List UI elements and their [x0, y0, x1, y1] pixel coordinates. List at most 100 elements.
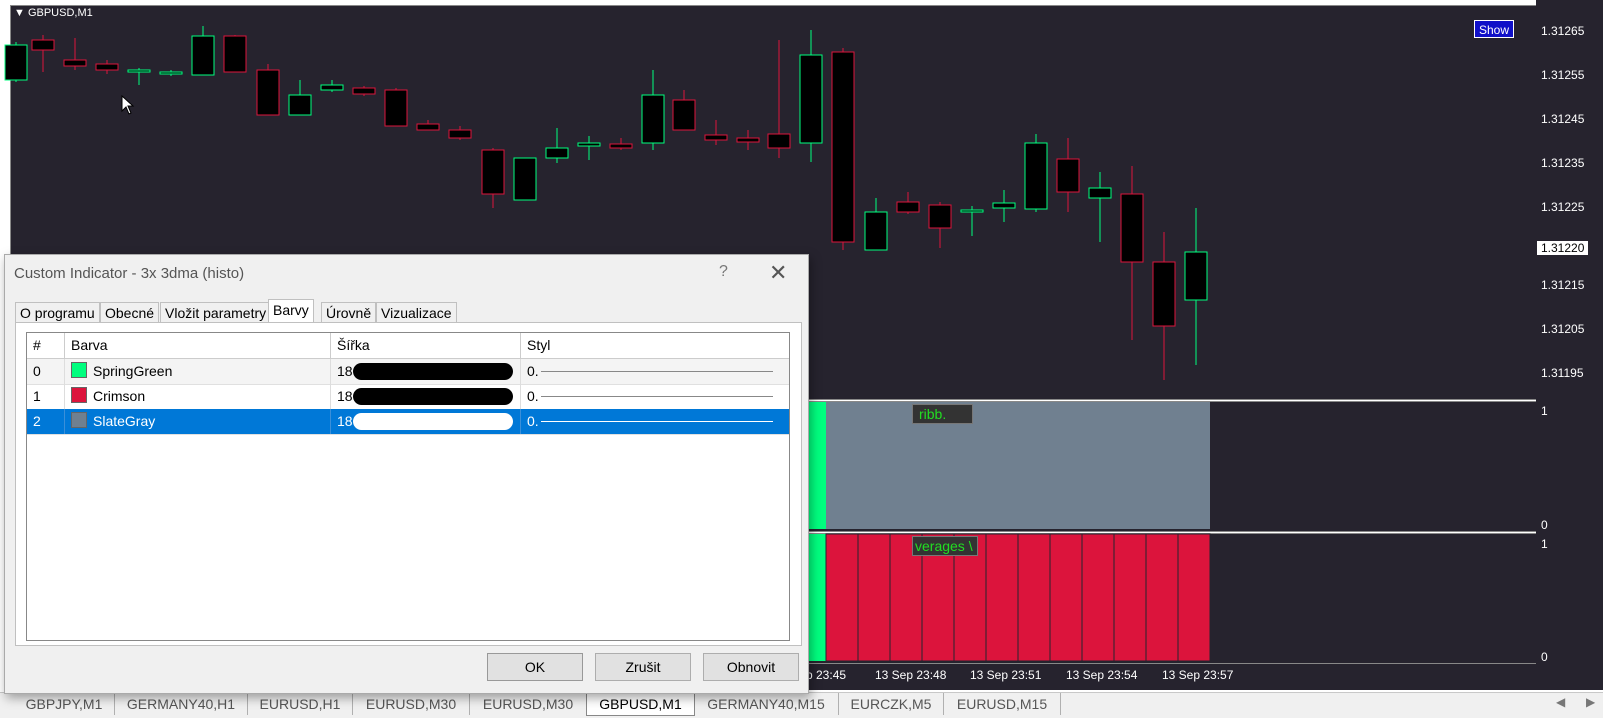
price-axis	[1536, 0, 1603, 690]
row-color[interactable]: Crimson	[65, 384, 331, 409]
color-name: SlateGray	[93, 413, 156, 429]
table-row-selected[interactable]: 2 SlateGray 18 0.	[27, 409, 789, 435]
subwindow-2-scale-top: 1	[1541, 537, 1548, 551]
row-index: 1	[27, 384, 65, 409]
subwindow-2-label: verages \	[912, 536, 978, 556]
histogram-green-strip-1	[806, 402, 826, 529]
close-icon[interactable]: ✕	[769, 260, 787, 286]
histogram-crimson-bar	[825, 533, 859, 662]
histogram-crimson-bar	[1049, 533, 1083, 662]
subwindow-1-label: ribb.	[912, 404, 973, 424]
subwindow-1-scale-top: 1	[1541, 404, 1548, 418]
chart-tab[interactable]: GBPJPY,M1	[14, 693, 115, 715]
style-preview	[541, 396, 773, 397]
color-swatch	[71, 387, 87, 403]
column-header-width[interactable]: Šířka	[331, 333, 521, 358]
style-preview	[541, 371, 773, 372]
row-color[interactable]: SlateGray	[65, 409, 331, 434]
histogram-slate-block	[826, 402, 1210, 529]
reset-button[interactable]: Obnovit	[703, 653, 799, 681]
histogram-green-strip-2	[806, 534, 826, 661]
mouse-pointer-icon	[121, 95, 135, 115]
table-header: # Barva Šířka Styl	[27, 333, 789, 359]
width-preview	[353, 388, 513, 405]
row-width[interactable]: 18	[331, 359, 521, 384]
column-header-index[interactable]: #	[27, 333, 65, 358]
time-label: p 23:45	[806, 668, 847, 682]
width-value: 18	[337, 388, 353, 404]
colors-table: # Barva Šířka Styl 0 SpringGreen 18 0. 1…	[26, 332, 790, 641]
price-label: 1.31255	[1541, 68, 1585, 82]
price-label: 1.31215	[1541, 278, 1585, 292]
style-preview	[541, 421, 773, 422]
row-style[interactable]: 0.	[521, 359, 789, 384]
histogram-crimson-bar	[985, 533, 1019, 662]
color-swatch	[71, 412, 87, 428]
price-label: 1.31205	[1541, 322, 1585, 336]
chart-tab[interactable]: EURUSD,M15	[944, 693, 1061, 715]
price-label: 1.31265	[1541, 24, 1585, 38]
row-color[interactable]: SpringGreen	[65, 359, 331, 384]
chart-tab[interactable]: EURUSD,M30	[470, 693, 587, 715]
width-preview	[353, 413, 513, 430]
subwindow-2-scale-bottom: 0	[1541, 650, 1548, 664]
histogram-crimson-bar	[1145, 533, 1179, 662]
price-label: 1.31195	[1541, 366, 1584, 380]
histogram-crimson-bar	[1017, 533, 1051, 662]
triangle-right-icon[interactable]: ▶	[1586, 695, 1595, 709]
tab-obecne[interactable]: Obecné	[100, 302, 160, 324]
tab-o-programu[interactable]: O programu	[15, 302, 100, 324]
triangle-down-icon: ▼	[14, 7, 25, 19]
cancel-button[interactable]: Zrušit	[595, 653, 691, 681]
width-value: 18	[337, 413, 353, 429]
show-button[interactable]: Show	[1474, 20, 1514, 38]
histogram-crimson-bar	[1177, 533, 1211, 662]
style-value: 0.	[527, 363, 539, 379]
tab-urovne[interactable]: Úrovně	[321, 302, 377, 324]
dialog-title: Custom Indicator - 3x 3dma (histo)	[14, 265, 245, 282]
price-label: 1.31245	[1541, 112, 1585, 126]
style-value: 0.	[527, 413, 539, 429]
histogram-crimson-bar	[857, 533, 891, 662]
color-name: Crimson	[93, 388, 146, 404]
row-style[interactable]: 0.	[521, 409, 789, 434]
histogram-crimson-bar	[1113, 533, 1147, 662]
color-swatch	[71, 362, 87, 378]
price-label: 1.31225	[1541, 200, 1585, 214]
subwindow-1-scale-bottom: 0	[1541, 518, 1548, 532]
chart-tab[interactable]: GERMANY40,M15	[694, 693, 839, 715]
chart-tab[interactable]: EURUSD,M30	[353, 693, 470, 715]
ok-button[interactable]: OK	[487, 653, 583, 681]
row-width[interactable]: 18	[331, 409, 521, 434]
style-value: 0.	[527, 388, 539, 404]
tab-vizualizace[interactable]: Vizualizace	[376, 302, 457, 324]
tab-barvy[interactable]: Barvy	[268, 299, 314, 324]
time-label: 13 Sep 23:57	[1162, 668, 1234, 682]
column-header-style[interactable]: Styl	[521, 333, 789, 358]
chart-tab-bar: GBPJPY,M1 GERMANY40,H1 EURUSD,H1 EURUSD,…	[0, 692, 1603, 718]
chart-tab[interactable]: GERMANY40,H1	[115, 693, 248, 715]
tab-vlozit-parametry[interactable]: Vložit parametry	[160, 302, 272, 324]
histogram-crimson-bar	[1081, 533, 1115, 662]
time-label: 13 Sep 23:48	[875, 668, 947, 682]
row-style[interactable]: 0.	[521, 384, 789, 409]
terminal-window: ▼ GBPUSD,M1 Show ribb. verages \ 1 0 1 0…	[0, 0, 1603, 718]
custom-indicator-dialog: Custom Indicator - 3x 3dma (histo) ? ✕ O…	[4, 254, 809, 694]
time-label: 13 Sep 23:54	[1066, 668, 1138, 682]
help-icon[interactable]: ?	[719, 263, 728, 281]
column-header-color[interactable]: Barva	[65, 333, 331, 358]
triangle-left-icon[interactable]: ◀	[1556, 695, 1565, 709]
histogram-crimson-bars	[825, 533, 1211, 662]
chart-tab[interactable]: EURCZK,M5	[839, 693, 944, 715]
table-row[interactable]: 1 Crimson 18 0.	[27, 384, 789, 410]
chart-tab[interactable]: EURUSD,H1	[248, 693, 353, 715]
row-width[interactable]: 18	[331, 384, 521, 409]
row-index: 2	[27, 409, 65, 434]
price-label: 1.31235	[1541, 156, 1585, 170]
current-price-label: 1.31220	[1537, 241, 1589, 255]
time-label: 13 Sep 23:51	[970, 668, 1042, 682]
width-value: 18	[337, 363, 353, 379]
chart-symbol[interactable]: ▼ GBPUSD,M1	[14, 7, 93, 19]
chart-tab-active[interactable]: GBPUSD,M1	[586, 693, 695, 716]
table-row[interactable]: 0 SpringGreen 18 0.	[27, 359, 789, 385]
